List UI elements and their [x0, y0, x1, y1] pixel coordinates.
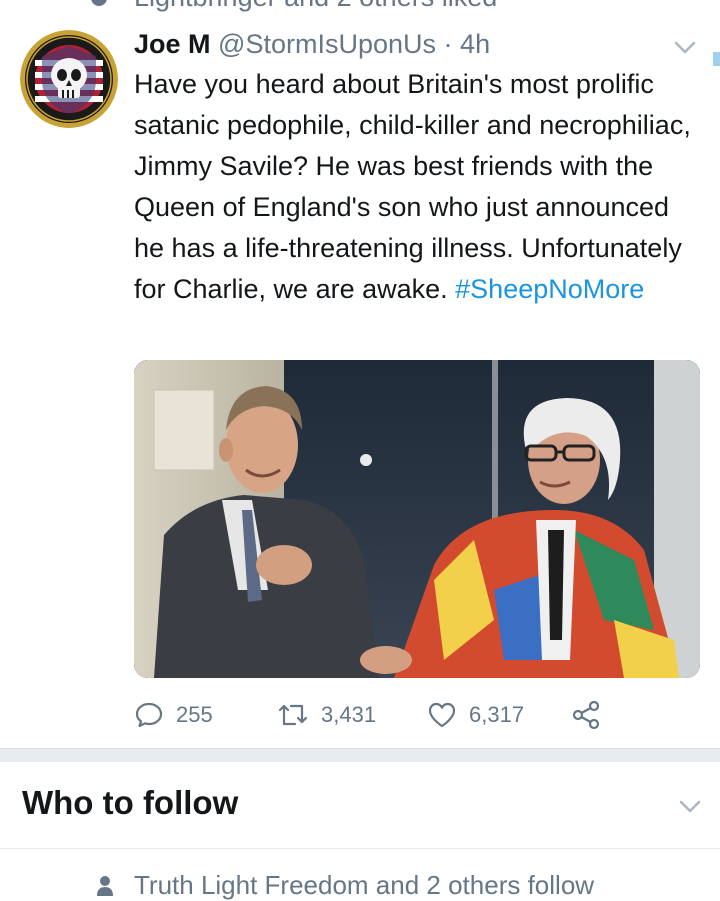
chevron-down-icon[interactable]: [677, 795, 703, 817]
retweet-icon: [278, 704, 308, 726]
tweet[interactable]: Joe M @StormIsUponUs · 4h Have you heard…: [0, 0, 720, 748]
reply-button[interactable]: 255: [134, 695, 213, 735]
who-to-follow-module: Who to follow Truth Light Freedom and 2 …: [0, 762, 720, 900]
share-button[interactable]: [570, 695, 614, 735]
handle[interactable]: @StormIsUponUs: [218, 29, 436, 59]
reply-icon: [135, 702, 163, 728]
hashtag-link[interactable]: #SheepNoMore: [455, 274, 644, 304]
skull-emblem-avatar-icon: [20, 30, 118, 128]
follow-context-text: Truth Light Freedom and 2 others follow: [134, 870, 595, 900]
like-button[interactable]: 6,317: [427, 695, 524, 735]
share-icon: [572, 700, 600, 730]
timestamp[interactable]: 4h: [460, 29, 490, 59]
tweet-body: Have you heard about Britain's most prol…: [134, 69, 691, 304]
tweet-actions: 255 3,431 6,317: [134, 695, 700, 735]
avatar[interactable]: [20, 30, 118, 128]
separator-dot: ·: [443, 29, 453, 59]
person-icon: [97, 875, 113, 896]
heart-icon: [428, 702, 456, 728]
reply-count: 255: [176, 702, 213, 727]
section-divider: [0, 748, 720, 762]
divider: [0, 848, 720, 849]
follow-context: Truth Light Freedom and 2 others follow: [96, 870, 594, 901]
display-name[interactable]: Joe M: [134, 29, 211, 59]
photo-image: [134, 360, 700, 678]
scroll-indicator: [713, 52, 720, 66]
chevron-down-icon[interactable]: [672, 36, 698, 58]
tweet-photo[interactable]: [134, 360, 700, 678]
like-count: 6,317: [469, 702, 525, 727]
who-to-follow-title: Who to follow: [22, 784, 239, 821]
retweet-button[interactable]: 3,431: [277, 695, 376, 735]
tweet-header: Joe M @StormIsUponUs · 4h: [134, 26, 490, 62]
retweet-count: 3,431: [321, 702, 377, 727]
tweet-text: Have you heard about Britain's most prol…: [134, 64, 704, 310]
